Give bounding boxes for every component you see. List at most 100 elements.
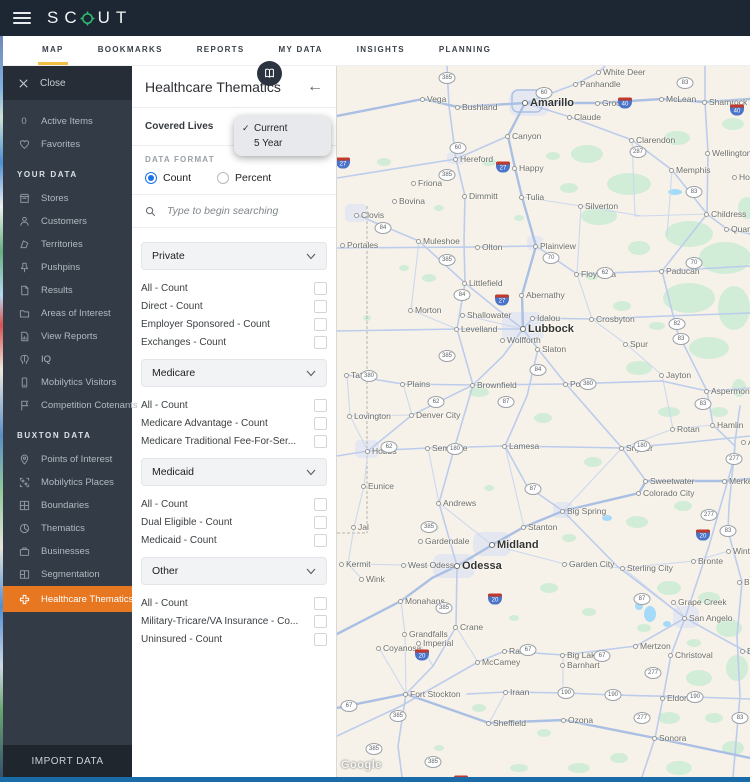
radio-dot [217, 172, 230, 184]
thematic-checkbox[interactable] [314, 632, 327, 646]
case-icon [19, 547, 29, 556]
tab-map[interactable]: MAP [38, 36, 68, 65]
sidebar-item-label: Healthcare Thematics [41, 593, 134, 605]
thematic-option-row[interactable]: Exchanges - Count [141, 333, 327, 351]
sidebar-item-view-reports[interactable]: View Reports [3, 325, 132, 348]
sidebar-item-customers[interactable]: Customers [3, 210, 132, 233]
sidebar-item-points-of-interest[interactable]: Points of Interest [3, 448, 132, 471]
sidebar-item-thematics[interactable]: Thematics [3, 517, 132, 540]
thematic-option-label: All - Count [141, 282, 188, 294]
thematic-checkbox[interactable] [314, 398, 327, 412]
sidebar-item-label: Competition Cotenants [41, 400, 138, 411]
thematic-checkbox[interactable] [314, 533, 327, 547]
sidebar-item-label: Points of Interest [41, 454, 113, 465]
thematic-option-label: Medicare Advantage - Count [141, 417, 268, 429]
thematic-checkbox[interactable] [314, 299, 327, 313]
thematic-checkbox[interactable] [314, 614, 327, 628]
close-sidebar-button[interactable]: Close [3, 66, 132, 100]
thematic-checkbox[interactable] [314, 335, 327, 349]
covered-lives-label: Covered Lives [145, 121, 214, 132]
places-icon [19, 477, 29, 488]
sidebar-item-label: Boundaries [41, 500, 90, 511]
sidebar-item-label: Favorites [41, 139, 81, 150]
thematic-option-row[interactable]: All - Count [141, 279, 327, 297]
data-format-label: DATA FORMAT [145, 155, 215, 164]
tab-my-data[interactable]: MY DATA [275, 36, 327, 65]
person-icon [19, 216, 29, 226]
sidebar-item-mobilytics-places[interactable]: Mobilytics Places [3, 471, 132, 494]
group-header-medicare[interactable]: Medicare [141, 359, 327, 387]
sidebar-item-boundaries[interactable]: Boundaries [3, 494, 132, 517]
back-arrow-button[interactable]: ← [307, 78, 323, 95]
group-header-medicaid[interactable]: Medicaid [141, 458, 327, 486]
sidebar-item-businesses[interactable]: Businesses [3, 540, 132, 563]
thematic-option-row[interactable]: Medicare Traditional Fee-For-Ser... [141, 432, 327, 450]
radio-label: Count [163, 172, 192, 184]
thematic-option-row[interactable]: All - Count [141, 396, 327, 414]
thematic-checkbox[interactable] [314, 515, 327, 529]
thematic-checkbox[interactable] [314, 317, 327, 331]
map-decor [337, 66, 750, 777]
hamburger-menu-icon[interactable] [13, 12, 31, 24]
map-canvas[interactable]: White Deer Panhandle Vega Bushland Amarillo G… [337, 66, 750, 777]
sidebar-item-active-items[interactable]: 0 Active Items [3, 110, 132, 133]
thematic-option-label: Dual Eligible - Count [141, 516, 233, 528]
map-book-bubble[interactable] [257, 61, 282, 86]
thematic-option-row[interactable]: All - Count [141, 495, 327, 513]
tab-bookmarks[interactable]: BOOKMARKS [94, 36, 167, 65]
menu-item-5-year[interactable]: 5 Year [234, 136, 331, 151]
group-header-other[interactable]: Other [141, 557, 327, 585]
sidebar-item-segmentation[interactable]: Segmentation [3, 563, 132, 586]
layers-sidebar: Close 0 Active Items Favorites YOUR DATA Sto… [3, 66, 138, 777]
thematic-checkbox[interactable] [314, 596, 327, 610]
group-header-private[interactable]: Private [141, 242, 327, 270]
thematic-checkbox[interactable] [314, 281, 327, 295]
panel-title-row: Healthcare Thematics ← [132, 66, 336, 108]
doc-icon [20, 285, 28, 296]
thematic-option-row[interactable]: Dual Eligible - Count [141, 513, 327, 531]
import-data-button[interactable]: IMPORT DATA [3, 745, 132, 777]
cross-icon [19, 594, 29, 604]
thematic-option-row[interactable]: Military-Tricare/VA Insurance - Co... [141, 612, 327, 630]
tab-insights[interactable]: INSIGHTS [353, 36, 409, 65]
bottom-strip [0, 777, 750, 782]
thematic-checkbox[interactable] [314, 434, 327, 448]
thematic-option-row[interactable]: Employer Sponsored - Count [141, 315, 327, 333]
sidebar-item-iq[interactable]: IQ [3, 348, 132, 371]
thematic-option-row[interactable]: All - Count [141, 594, 327, 612]
thematic-option-label: Uninsured - Count [141, 633, 223, 645]
tab-planning[interactable]: PLANNING [435, 36, 495, 65]
sidebar-item-stores[interactable]: Stores [3, 187, 132, 210]
grid-icon [19, 500, 29, 511]
tab-reports[interactable]: REPORTS [193, 36, 249, 65]
sidebar-item-healthcare-thematics[interactable]: Healthcare Thematics [3, 586, 134, 612]
sidebar-list: 0 Active Items Favorites YOUR DATA Stores Cus… [3, 100, 138, 612]
sidebar-item-label: Areas of Interest [41, 308, 111, 319]
sidebar-item-pushpins[interactable]: Pushpins [3, 256, 132, 279]
search-input[interactable] [165, 204, 323, 218]
healthcare-thematics-panel: Healthcare Thematics ← Covered Lives DAT… [132, 66, 337, 777]
menu-item-current[interactable]: ✓ Current [234, 121, 331, 136]
chevron-down-icon [306, 469, 316, 475]
thematic-option-row[interactable]: Uninsured - Count [141, 630, 327, 648]
radio-count[interactable]: Count [145, 172, 191, 184]
sidebar-item-areas-of-interest[interactable]: Areas of Interest [3, 302, 132, 325]
radio-percent[interactable]: Percent [217, 172, 271, 184]
thematic-option-label: Medicaid - Count [141, 534, 217, 546]
sidebar-item-label: Active Items [41, 116, 93, 127]
sidebar-item-mobilytics-visitors[interactable]: Mobilytics Visitors [3, 371, 132, 394]
thematic-option-row[interactable]: Direct - Count [141, 297, 327, 315]
thematic-option-label: All - Count [141, 597, 188, 609]
thematic-option-row[interactable]: Medicare Advantage - Count [141, 414, 327, 432]
thematic-checkbox[interactable] [314, 497, 327, 511]
group-title: Private [152, 250, 185, 262]
sidebar-item-label: Pushpins [41, 262, 81, 273]
thematic-option-row[interactable]: Medicaid - Count [141, 531, 327, 549]
sidebar-item-results[interactable]: Results [3, 279, 132, 302]
thematic-option-label: All - Count [141, 399, 188, 411]
app-window: SCUT MAP BOOKMARKS REPORTS MY DATA INSIGHTS P… [0, 0, 750, 782]
sidebar-item-favorites[interactable]: Favorites [3, 133, 132, 156]
thematic-checkbox[interactable] [314, 416, 327, 430]
sidebar-item-territories[interactable]: Territories [3, 233, 132, 256]
sidebar-item-competition-cotenants[interactable]: Competition Cotenants [3, 394, 138, 417]
